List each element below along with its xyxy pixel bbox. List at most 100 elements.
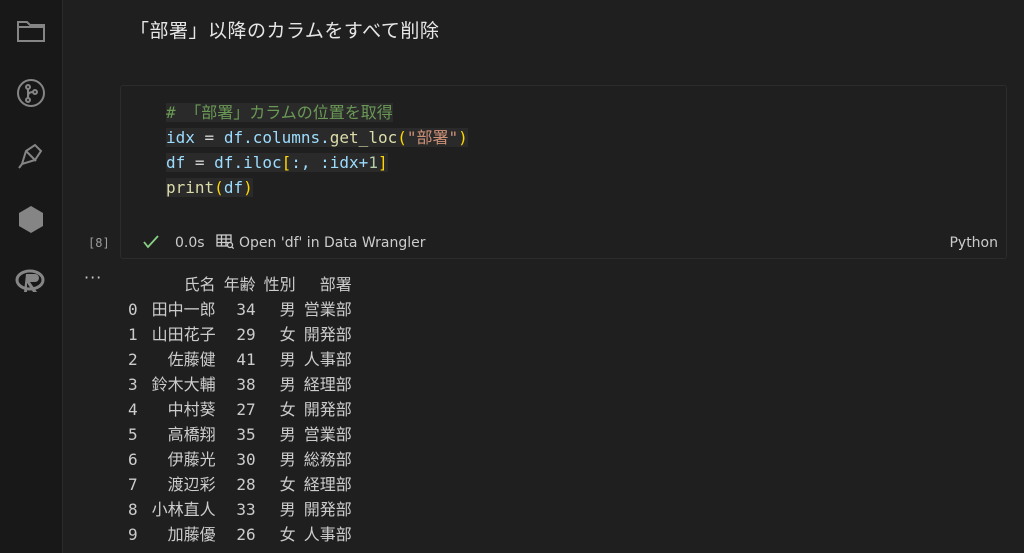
table-cell: 渡辺彩 xyxy=(167,475,216,494)
table-cell: 加藤優 xyxy=(167,525,216,544)
hexagon-icon[interactable] xyxy=(15,203,47,235)
code-token: get_loc xyxy=(329,128,398,147)
code-token: df xyxy=(166,153,186,172)
table-cell: 33 xyxy=(236,500,256,519)
table-row: 1 山田花子 29 女開発部 xyxy=(128,322,360,347)
row-index: 1 xyxy=(128,325,138,344)
code-token: "部署" xyxy=(406,128,459,147)
table-cell: 田中一郎 xyxy=(151,300,216,319)
table-cell: 女 xyxy=(279,400,296,419)
code-token: .columns. xyxy=(243,128,330,147)
table-cell: 総務部 xyxy=(303,450,352,469)
code-token: = xyxy=(194,128,224,147)
row-index: 7 xyxy=(128,475,138,494)
table-cell: 営業部 xyxy=(303,425,352,444)
table-cell: 佐藤健 xyxy=(167,350,216,369)
code-token: ( xyxy=(397,128,407,147)
row-index: 6 xyxy=(128,450,138,469)
code-token: df xyxy=(223,178,244,197)
column-header: 性別 xyxy=(263,275,296,294)
table-row: 7 渡辺彩 28 女経理部 xyxy=(128,472,360,497)
code-token: ] xyxy=(377,153,388,172)
check-icon xyxy=(142,233,160,251)
extensions-icon[interactable] xyxy=(15,140,47,172)
table-cell: 伊藤光 xyxy=(167,450,216,469)
table-cell: 小林直人 xyxy=(151,500,216,519)
output-more-actions-icon[interactable]: ··· xyxy=(84,268,102,287)
table-cell: 30 xyxy=(236,450,256,469)
table-row: 0 田中一郎 34 男営業部 xyxy=(128,297,360,322)
code-editor[interactable]: # 「部署」カラムの位置を取得 idx = df.columns.get_loc… xyxy=(166,100,468,200)
table-cell: 営業部 xyxy=(303,300,352,319)
activity-bar xyxy=(0,0,63,553)
table-cell: 人事部 xyxy=(303,350,352,369)
table-cell: 27 xyxy=(236,400,256,419)
table-cell: 35 xyxy=(236,425,256,444)
kernel-language-label[interactable]: Python xyxy=(949,235,998,251)
row-index: 9 xyxy=(128,525,138,544)
markdown-heading: 「部署」以降のカラムをすべて削除 xyxy=(130,20,440,42)
table-cell: 男 xyxy=(279,450,296,469)
cell-output: 氏名 年齢 性別 部署 0 田中一郎 34 男営業部 1 山田花子 29 女開発部 2 佐藤健 41 男人事… xyxy=(128,272,360,547)
row-index: 8 xyxy=(128,500,138,519)
table-cell: 男 xyxy=(279,425,296,444)
dataframe-output-table: 氏名 年齢 性別 部署 0 田中一郎 34 男営業部 1 山田花子 29 女開発部 2 佐藤健 41 男人事… xyxy=(128,272,360,547)
table-cell: 34 xyxy=(236,300,256,319)
table-cell: 開発部 xyxy=(303,400,352,419)
code-line-1: # 「部署」カラムの位置を取得 xyxy=(166,100,468,125)
execution-count: [8] xyxy=(88,236,110,250)
code-token: 1 xyxy=(368,153,378,172)
row-index: 0 xyxy=(128,300,138,319)
table-cell: 山田花子 xyxy=(151,325,216,344)
table-row: 6 伊藤光 30 男総務部 xyxy=(128,447,360,472)
code-token: .iloc xyxy=(233,153,282,172)
row-index: 4 xyxy=(128,400,138,419)
table-header-row: 氏名 年齢 性別 部署 xyxy=(128,272,360,297)
table-cell: 29 xyxy=(236,325,256,344)
table-row: 8 小林直人 33 男開発部 xyxy=(128,497,360,522)
code-token: df xyxy=(214,153,234,172)
r-language-icon[interactable] xyxy=(15,266,47,298)
code-line-3: df = df.iloc[:, :idx+1] xyxy=(166,150,468,175)
column-header: 部署 xyxy=(319,275,352,294)
row-index: 5 xyxy=(128,425,138,444)
table-cell: 26 xyxy=(236,525,256,544)
code-token: = xyxy=(185,153,215,172)
table-cell: 男 xyxy=(279,350,296,369)
table-cell: 28 xyxy=(236,475,256,494)
table-cell: 高橋翔 xyxy=(167,425,216,444)
table-row: 9 加藤優 26 女人事部 xyxy=(128,522,360,547)
table-cell: 男 xyxy=(279,375,296,394)
table-cell: 経理部 xyxy=(303,375,352,394)
table-cell: 開発部 xyxy=(303,500,352,519)
code-line-2: idx = df.columns.get_loc("部署") xyxy=(166,125,468,150)
table-cell: 男 xyxy=(279,500,296,519)
code-token: df xyxy=(223,128,244,147)
code-line-4: print(df) xyxy=(166,175,468,200)
table-cell: 女 xyxy=(279,325,296,344)
code-token: ( xyxy=(214,178,224,197)
table-row: 2 佐藤健 41 男人事部 xyxy=(128,347,360,372)
table-cell: 男 xyxy=(279,300,296,319)
table-row: 5 高橋翔 35 男営業部 xyxy=(128,422,360,447)
column-header: 年齢 xyxy=(223,275,256,294)
table-cell: 人事部 xyxy=(303,525,352,544)
execution-time: 0.0s xyxy=(175,235,205,251)
code-token: idx xyxy=(166,128,195,147)
source-control-icon[interactable] xyxy=(15,77,47,109)
open-data-wrangler-label: Open 'df' in Data Wrangler xyxy=(239,235,426,251)
code-token: [ xyxy=(281,153,292,172)
table-cell: 女 xyxy=(279,475,296,494)
code-token: print xyxy=(166,178,215,197)
code-comment: # 「部署」カラムの位置を取得 xyxy=(166,103,393,122)
code-token: ) xyxy=(458,128,468,147)
table-cell: 女 xyxy=(279,525,296,544)
table-row: 4 中村葵 27 女開発部 xyxy=(128,397,360,422)
explorer-icon[interactable] xyxy=(15,14,47,46)
index-header xyxy=(128,272,152,297)
table-cell: 鈴木大輔 xyxy=(151,375,216,394)
table-cell: 経理部 xyxy=(303,475,352,494)
open-data-wrangler-button[interactable]: Open 'df' in Data Wrangler xyxy=(216,233,425,253)
table-icon xyxy=(216,233,235,253)
table-cell: 開発部 xyxy=(303,325,352,344)
